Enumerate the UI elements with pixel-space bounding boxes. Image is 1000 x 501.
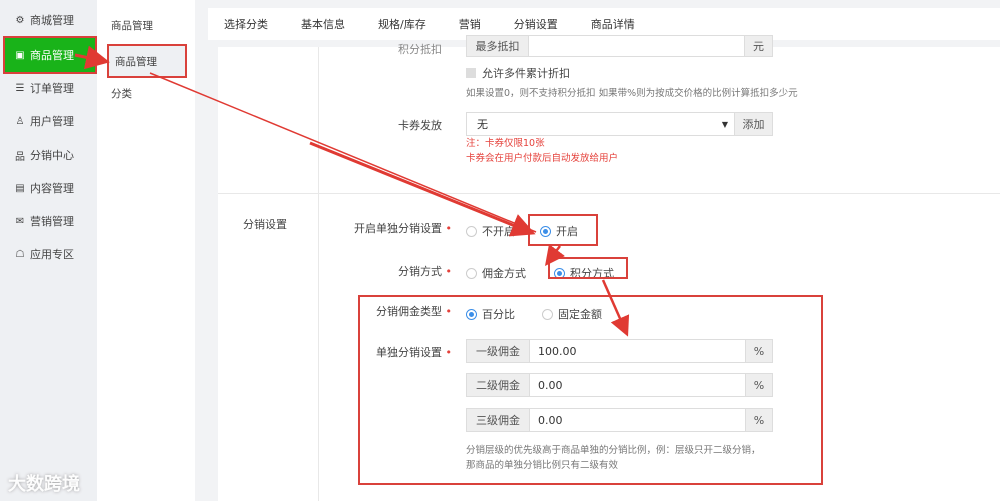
arrow <box>601 279 630 337</box>
arrow <box>74 45 110 70</box>
arrow <box>149 72 537 233</box>
watermark: 大数跨境 <box>8 474 80 495</box>
arrow <box>545 244 565 266</box>
annotation-arrows <box>74 45 630 337</box>
arrow <box>309 141 536 237</box>
